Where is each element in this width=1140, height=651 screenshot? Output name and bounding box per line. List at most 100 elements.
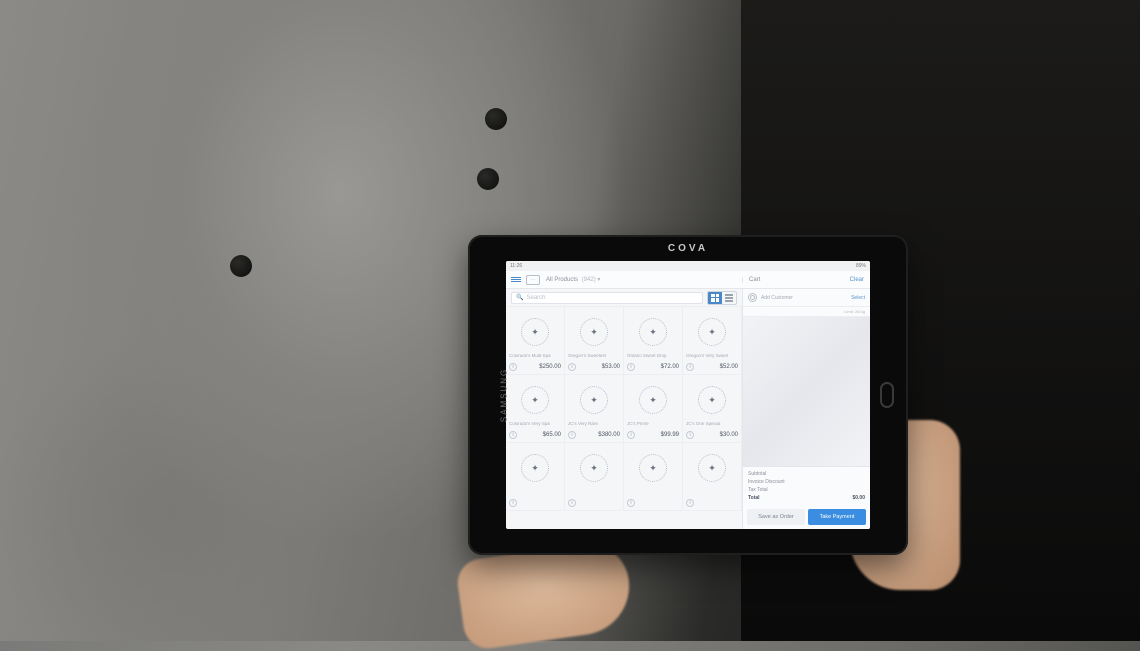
info-icon[interactable]: i: [509, 363, 517, 371]
photo-shirt-button: [477, 168, 499, 190]
product-grid: ✦ Colorado's Multi-Spa i $250.00 ✦ Orego…: [506, 307, 742, 529]
location-badge[interactable]: ⋯: [526, 275, 540, 285]
product-card[interactable]: ✦ Oregon's Sweetest i $53.00: [565, 307, 624, 375]
info-icon[interactable]: i: [686, 363, 694, 371]
list-view-button[interactable]: [722, 292, 736, 304]
product-name: [686, 490, 738, 499]
product-name: Oregon's Sweetest: [568, 354, 620, 363]
leaf-icon: ✦: [580, 454, 608, 482]
product-name: [568, 490, 620, 499]
leaf-icon: ✦: [521, 454, 549, 482]
product-price: $30.00: [720, 432, 738, 438]
product-name: JC's Prime: [627, 422, 679, 431]
product-card[interactable]: ✦ Colorado's Multi-Spa i $250.00: [506, 307, 565, 375]
product-card[interactable]: ✦ i: [624, 443, 683, 511]
cart-clear-button[interactable]: Clear: [850, 277, 864, 283]
tablet-device: COVA SAMSUNG 11:26 89% ⋯ All Products (9…: [468, 235, 908, 555]
total-label: Total: [748, 495, 760, 501]
product-price: $72.00: [661, 364, 679, 370]
leaf-icon: ✦: [521, 386, 549, 414]
search-row: 🔍 Search: [506, 289, 742, 307]
cart-actions: Save as Order Take Payment: [743, 505, 870, 529]
photo-shirt-button: [230, 255, 252, 277]
leaf-icon: ✦: [580, 318, 608, 346]
leaf-icon: ✦: [639, 454, 667, 482]
product-card[interactable]: ✦ Oregon's Very Sweet i $52.00: [683, 307, 742, 375]
catalog-count: (942): [582, 277, 596, 283]
info-icon[interactable]: i: [627, 499, 635, 507]
info-icon[interactable]: i: [509, 499, 517, 507]
product-price: $53.00: [602, 364, 620, 370]
leaf-icon: ✦: [698, 454, 726, 482]
cart-panel: Add Customer Select Limit: 28.0g Subtota…: [742, 289, 870, 529]
catalog-title[interactable]: All Products (942) ▾: [540, 276, 742, 283]
product-price: $380.00: [598, 432, 620, 438]
search-placeholder: Search: [526, 295, 545, 301]
info-icon[interactable]: i: [627, 363, 635, 371]
catalog-title-text: All Products: [546, 277, 578, 283]
info-icon[interactable]: i: [509, 431, 517, 439]
product-name: [509, 490, 561, 499]
info-icon[interactable]: i: [568, 499, 576, 507]
app-screen: 11:26 89% ⋯ All Products (942) ▾ Cart Cl…: [506, 261, 870, 529]
subtotal-label: Subtotal: [748, 471, 766, 477]
product-name: JC's Very Rare: [568, 422, 620, 431]
photo-shirt-button: [485, 108, 507, 130]
customer-select-button[interactable]: Select: [851, 295, 865, 301]
info-icon[interactable]: i: [568, 363, 576, 371]
product-card[interactable]: ✦ Colorado's Very Spa i $65.00: [506, 375, 565, 443]
product-price: $99.99: [661, 432, 679, 438]
info-icon[interactable]: i: [686, 499, 694, 507]
leaf-icon: ✦: [698, 386, 726, 414]
tablet-home-button[interactable]: [880, 382, 894, 408]
menu-icon[interactable]: [506, 277, 526, 282]
leaf-icon: ✦: [639, 386, 667, 414]
cart-header-label: Cart: [749, 277, 760, 283]
leaf-icon: ✦: [580, 386, 608, 414]
app-body: 🔍 Search: [506, 289, 870, 529]
product-card[interactable]: ✦ i: [565, 443, 624, 511]
tablet-maker-label: SAMSUNG: [500, 368, 509, 422]
product-card[interactable]: ✦ Ontario Sweet Drop i $72.00: [624, 307, 683, 375]
product-card[interactable]: ✦ JC's Very Rare i $380.00: [565, 375, 624, 443]
info-icon[interactable]: i: [627, 431, 635, 439]
leaf-icon: ✦: [521, 318, 549, 346]
search-input[interactable]: 🔍 Search: [511, 292, 703, 304]
view-toggle: [707, 291, 737, 305]
product-card[interactable]: ✦ JC's One Special i $30.00: [683, 375, 742, 443]
tablet-brand-label: COVA: [668, 243, 708, 254]
top-bar: ⋯ All Products (942) ▾ Cart Clear: [506, 271, 870, 289]
cart-totals: Subtotal Invoice Discount Tax Total Tota…: [743, 466, 870, 505]
grid-view-button[interactable]: [708, 292, 722, 304]
product-price: $65.00: [543, 432, 561, 438]
grid-icon: [711, 294, 719, 302]
status-bar: 11:26 89%: [506, 261, 870, 271]
info-icon[interactable]: i: [568, 431, 576, 439]
customer-row[interactable]: Add Customer Select: [743, 289, 870, 307]
product-name: Colorado's Multi-Spa: [509, 354, 561, 363]
total-value: $0.00: [852, 495, 865, 501]
product-name: Colorado's Very Spa: [509, 422, 561, 431]
product-card[interactable]: ✦ JC's Prime i $99.99: [624, 375, 683, 443]
product-name: [627, 490, 679, 499]
cart-items-empty: [743, 317, 870, 466]
customer-placeholder: Add Customer: [761, 295, 847, 301]
product-card[interactable]: ✦ i: [683, 443, 742, 511]
save-order-button[interactable]: Save as Order: [747, 509, 805, 525]
catalog-panel: 🔍 Search: [506, 289, 742, 529]
search-icon: 🔍: [516, 294, 523, 301]
person-icon: [748, 293, 757, 302]
chevron-down-icon: ▾: [597, 277, 600, 283]
take-payment-button[interactable]: Take Payment: [808, 509, 866, 525]
info-icon[interactable]: i: [686, 431, 694, 439]
list-icon: [725, 294, 733, 302]
leaf-icon: ✦: [698, 318, 726, 346]
cart-header: Cart Clear: [742, 277, 870, 283]
discount-label: Invoice Discount: [748, 479, 785, 485]
product-name: Oregon's Very Sweet: [686, 354, 738, 363]
tax-label: Tax Total: [748, 487, 768, 493]
product-card[interactable]: ✦ i: [506, 443, 565, 511]
product-name: Ontario Sweet Drop: [627, 354, 679, 363]
leaf-icon: ✦: [639, 318, 667, 346]
purchase-limit: Limit: 28.0g: [743, 307, 870, 317]
